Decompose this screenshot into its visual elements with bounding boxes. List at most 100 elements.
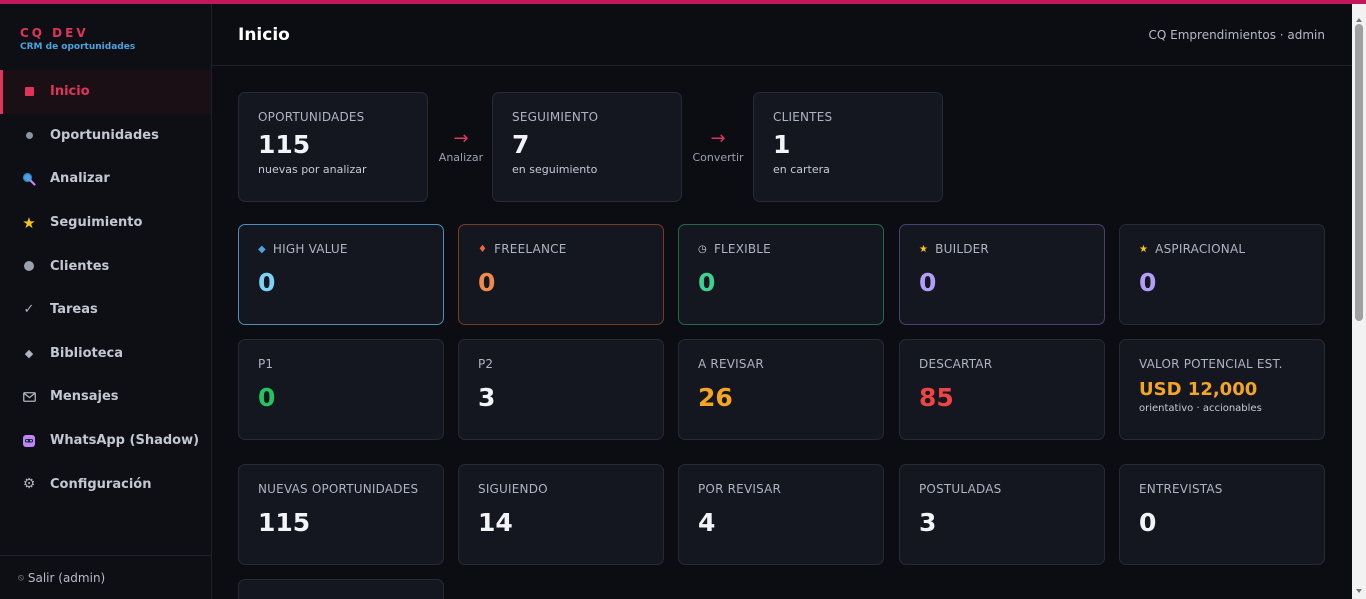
sidebar-item-inicio[interactable]: Inicio [0, 70, 211, 114]
sidebar-item-oportunidades[interactable]: Oportunidades [0, 114, 211, 158]
card-label-row: ★ BUILDER [919, 242, 1104, 256]
card-value: 14 [478, 508, 513, 537]
card-value: 115 [258, 130, 311, 159]
segment-card-builder[interactable]: ★ BUILDER 0 [899, 224, 1105, 325]
sidebar-item-label: Tareas [50, 302, 98, 318]
segment-card-freelance[interactable]: ♦ FREELANCE 0 [458, 224, 664, 325]
card-label: FREELANCE [494, 242, 567, 256]
sidebar-item-label: Configuración [50, 476, 152, 492]
pipeline-card-clientes[interactable]: CLIENTES 1 en cartera [753, 92, 943, 202]
sidebar-item-seguimiento[interactable]: ★ Seguimiento [0, 201, 211, 245]
card-value: 0 [258, 383, 276, 412]
card-value: 0 [1139, 268, 1157, 297]
star-icon: ★ [1139, 243, 1149, 255]
card-value: 0 [698, 268, 716, 297]
sidebar-nav: Inicio Oportunidades Analizar ★ Seguimie… [0, 70, 211, 506]
card-label-row: ♦ FREELANCE [478, 242, 663, 256]
sidebar-item-clientes[interactable]: Clientes [0, 244, 211, 288]
star-icon: ★ [919, 243, 929, 255]
card-label: P2 [478, 357, 494, 371]
sidebar-item-label: WhatsApp (Shadow) [50, 433, 200, 449]
priority-card-valor-potencial[interactable]: VALOR POTENCIAL EST. USD 12,000 orientat… [1119, 339, 1325, 440]
card-label-row: ◆ HIGH VALUE [258, 242, 443, 256]
shadow-icon [22, 434, 36, 448]
card-label: NUEVAS OPORTUNIDADES [258, 482, 419, 496]
sidebar-item-label: Analizar [50, 171, 110, 187]
pipeline-arrow-analizar: → Analizar [433, 128, 489, 164]
logout-label: Salir (admin) [27, 570, 106, 585]
card-value: 3 [919, 508, 937, 537]
circle-icon [22, 259, 36, 273]
fire-icon: ♦ [478, 243, 488, 255]
magnifier-icon [22, 172, 36, 186]
priority-card-p2[interactable]: P2 3 [458, 339, 664, 440]
page-scrollbar[interactable] [1352, 4, 1366, 599]
brand-subtitle: CRM de oportunidades [20, 42, 136, 52]
stat-card-entrevistas[interactable]: ENTREVISTAS 0 [1119, 464, 1325, 565]
priority-card-descartar[interactable]: DESCARTAR 85 [899, 339, 1105, 440]
scroll-down-icon[interactable] [1356, 589, 1362, 593]
card-label: VALOR POTENCIAL EST. [1139, 357, 1283, 371]
sidebar-item-tareas[interactable]: ✓ Tareas [0, 288, 211, 332]
sidebar-item-label: Mensajes [50, 389, 119, 405]
card-label: BUILDER [935, 242, 989, 256]
stat-card-postuladas[interactable]: POSTULADAS 3 [899, 464, 1105, 565]
card-sub: orientativo · accionables [1139, 403, 1262, 414]
sidebar-item-configuracion[interactable]: ⚙ Configuración [0, 462, 211, 506]
sidebar-item-label: Seguimiento [50, 215, 143, 231]
sidebar-item-whatsapp-shadow[interactable]: WhatsApp (Shadow) [0, 419, 211, 463]
scroll-up-icon[interactable] [1356, 18, 1362, 22]
pipeline-card-seguimiento[interactable]: SEGUIMIENTO 7 en seguimiento [492, 92, 682, 202]
logout-link[interactable]: ⦸ Salir (admin) [0, 555, 211, 599]
stat-card-por-revisar[interactable]: POR REVISAR 4 [678, 464, 884, 565]
card-value: 26 [698, 383, 733, 412]
card-label: SIGUIENDO [478, 482, 548, 496]
gear-icon: ⚙ [22, 476, 36, 493]
card-value: 1 [773, 130, 791, 159]
sidebar-item-label: Biblioteca [50, 345, 124, 361]
stat-card-partial[interactable] [238, 579, 444, 599]
card-label: HIGH VALUE [272, 242, 348, 256]
card-value: 4 [698, 508, 716, 537]
sidebar-item-analizar[interactable]: Analizar [0, 157, 211, 201]
diamond-icon: ◆ [24, 346, 34, 360]
priority-card-p1[interactable]: P1 0 [238, 339, 444, 440]
card-value: 85 [919, 383, 954, 412]
segment-card-aspiracional[interactable]: ★ ASPIRACIONAL 0 [1119, 224, 1325, 325]
card-value: 0 [919, 268, 937, 297]
arrow-right-icon: → [453, 128, 469, 149]
card-value: USD 12,000 [1139, 379, 1258, 400]
clock-icon: ◷ [698, 243, 707, 255]
scrollbar-thumb[interactable] [1355, 24, 1363, 321]
arrow-label: Convertir [692, 151, 744, 164]
stat-card-siguiendo[interactable]: SIGUIENDO 14 [458, 464, 664, 565]
card-value: 0 [1139, 508, 1157, 537]
pipeline-arrow-convertir: → Convertir [690, 128, 746, 164]
header: Inicio CQ Emprendimientos · admin [212, 4, 1352, 66]
priority-card-a-revisar[interactable]: A REVISAR 26 [678, 339, 884, 440]
main-content: Inicio CQ Emprendimientos · admin OPORTU… [212, 4, 1352, 599]
envelope-icon [22, 390, 36, 404]
card-label: DESCARTAR [919, 357, 993, 371]
segment-card-flexible[interactable]: ◷ FLEXIBLE 0 [678, 224, 884, 325]
header-user: CQ Emprendimientos · admin [1148, 27, 1326, 42]
sidebar-item-mensajes[interactable]: Mensajes [0, 375, 211, 419]
card-sub: en cartera [773, 163, 830, 176]
power-icon: ⦸ [18, 572, 24, 583]
segment-card-high-value[interactable]: ◆ HIGH VALUE 0 [238, 224, 444, 325]
stat-card-nuevas-oportunidades[interactable]: NUEVAS OPORTUNIDADES 115 [238, 464, 444, 565]
card-value: 3 [478, 383, 496, 412]
sidebar-item-label: Inicio [50, 84, 90, 100]
arrow-right-icon: → [710, 128, 726, 149]
card-label: ASPIRACIONAL [1155, 242, 1246, 256]
card-label: CLIENTES [773, 110, 833, 124]
dot-icon [22, 128, 36, 142]
card-label-row: ★ ASPIRACIONAL [1139, 242, 1324, 256]
sidebar-item-biblioteca[interactable]: ◆ Biblioteca [0, 332, 211, 376]
star-icon: ★ [22, 213, 36, 232]
sidebar-item-label: Clientes [50, 258, 110, 274]
pipeline-card-oportunidades[interactable]: OPORTUNIDADES 115 nuevas por analizar [238, 92, 428, 202]
brand: CQ DEV CRM de oportunidades [20, 26, 135, 52]
card-sub: nuevas por analizar [258, 163, 367, 176]
card-label: POSTULADAS [919, 482, 1002, 496]
